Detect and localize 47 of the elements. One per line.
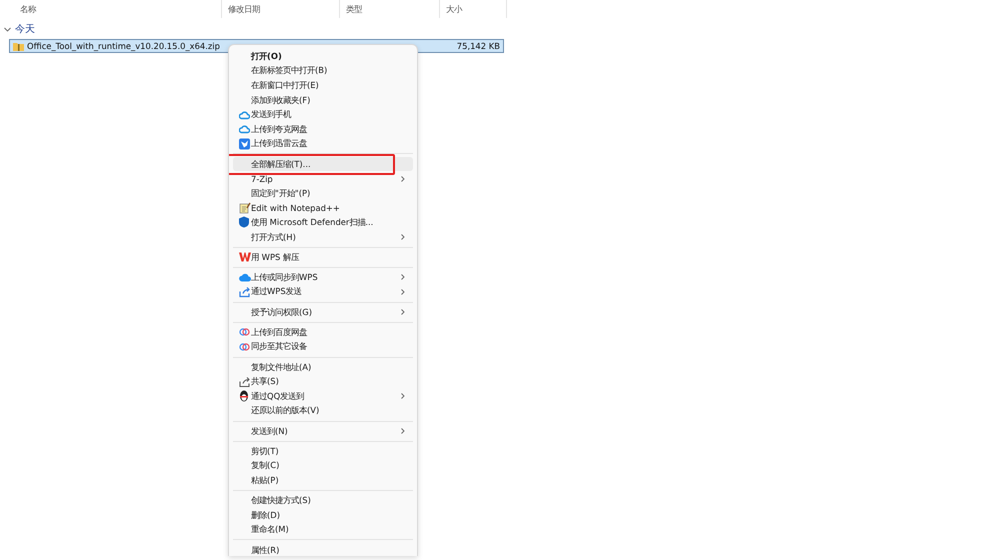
menu-item[interactable]: 添加到收藏夹(F) [233,92,413,108]
menu-item[interactable]: 在新标签页中打开(B) [233,64,413,78]
zip-folder-icon [13,42,24,50]
menu-item[interactable]: 授予访问权限(G) [233,304,413,320]
menu-item[interactable]: 通过QQ发送到 [233,389,413,404]
menu-item[interactable]: 创建快捷方式(S) [233,493,413,508]
group-header: 今天 [15,23,35,36]
menu-item[interactable]: Edit with Notepad++ [233,200,413,216]
notepad-icon [239,202,251,214]
column-header[interactable]: 大小 [446,4,462,14]
menu-item[interactable]: 上传到夸克网盘 [233,122,413,137]
menu-item[interactable]: 复制文件地址(A) [233,360,413,374]
bird-icon [239,138,250,150]
menu-item[interactable]: 粘贴(P) [233,473,413,488]
menu-item[interactable]: 固定到"开始"(P) [233,186,413,201]
menu-item[interactable]: 发送到(N) [233,424,413,438]
menu-item[interactable]: 通过WPS发送 [233,284,413,300]
menu-item[interactable]: 打开方式(H) [233,230,413,244]
menu-item[interactable]: 同步至其它设备 [233,340,413,354]
menu-item[interactable]: 在新窗口中打开(E) [233,78,413,93]
share-icon [239,376,251,388]
file-size: 75,142 KB [456,41,500,51]
menu-item[interactable]: 打开(O) [233,49,413,64]
menu-item[interactable]: 复制(C) [233,458,413,474]
menu-item[interactable]: 7-Zip [233,171,413,186]
menu-item[interactable]: 上传到迅雷云盘 [233,136,413,152]
menu-item[interactable]: 属性(R) [233,542,413,556]
column-header[interactable]: 修改日期 [228,4,260,14]
menu-item[interactable]: 用 WPS 解压 [233,250,413,264]
menu-item[interactable]: 删除(D) [233,508,413,523]
menu-item[interactable]: 使用 Microsoft Defender扫描... [233,215,413,230]
menu-item[interactable]: 发送到手机 [233,107,413,122]
menu-item[interactable]: 还原以前的版本(V) [233,404,413,418]
menu-item[interactable]: 上传或同步到WPS [233,270,413,285]
menu-item[interactable]: 共享(S) [233,374,413,390]
column-header[interactable]: 名称 [20,4,36,14]
chevron-icon[interactable] [4,26,11,32]
w-logo-icon [239,252,251,262]
penguin-icon [239,390,249,402]
menu-item[interactable]: 全部解压缩(T)... [233,156,413,172]
menu-item[interactable]: 剪切(T) [233,444,413,459]
menu-item[interactable]: 重命名(M) [233,522,413,538]
shield-icon [239,216,249,228]
menu-item[interactable]: 上传到百度网盘 [233,325,413,340]
file-name: Office_Tool_with_runtime_v10.20.15.0_x64.zip [27,41,220,51]
share-icon [239,286,251,298]
column-header[interactable]: 类型 [346,4,362,14]
